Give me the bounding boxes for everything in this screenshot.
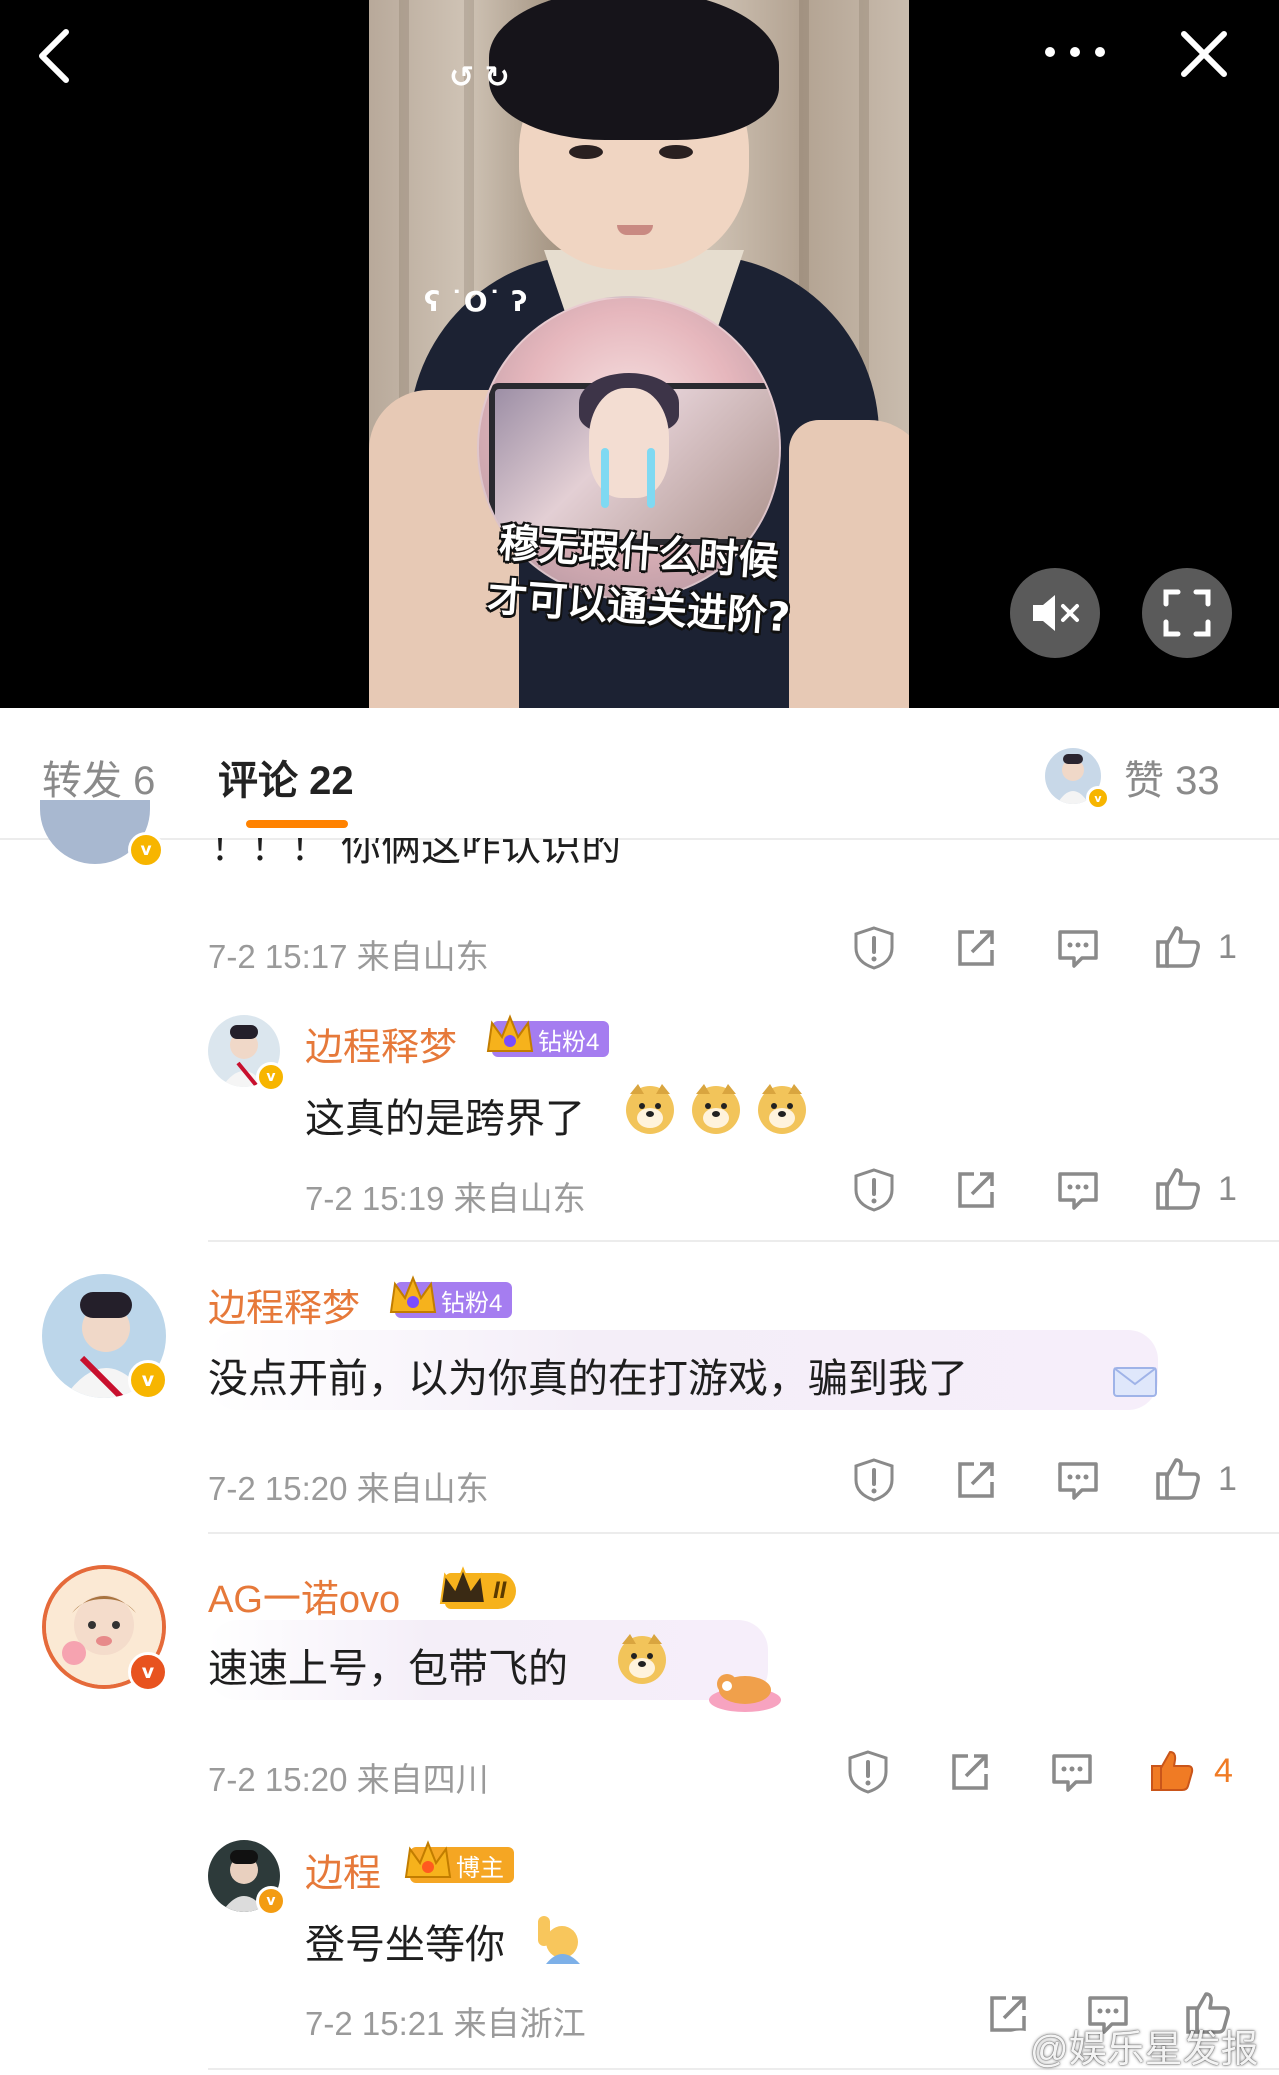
close-button[interactable] [1178, 28, 1230, 84]
doge-emoji-icon [626, 1084, 674, 1134]
share-icon [958, 930, 994, 966]
crown-icon [404, 1840, 452, 1878]
report-icon [854, 1458, 894, 1502]
comment-meta: 7-2 15:20 来自山东 [208, 1470, 489, 1507]
doodle-marks: ↺ ↻ [449, 60, 510, 95]
thumbs-up-icon [1156, 1458, 1200, 1500]
like-button[interactable] [1154, 1164, 1202, 1212]
reply-button[interactable] [1054, 1166, 1102, 1214]
commenter-name[interactable]: AG一诺ovo [208, 1568, 400, 1623]
reply-button[interactable] [1048, 1748, 1096, 1796]
doge-emoji-icon [618, 1634, 666, 1684]
share-icon [958, 1462, 994, 1498]
share-button[interactable] [952, 1456, 1000, 1504]
report-button[interactable] [850, 1166, 898, 1214]
crown-icon [439, 1566, 487, 1604]
report-button[interactable] [850, 1456, 898, 1504]
commenter-name[interactable]: 边程释梦 [208, 1277, 360, 1332]
like-count: 1 [1218, 1460, 1237, 1498]
comment-text: 登号坐等你 [305, 1923, 505, 1967]
doge-emoji-icon [692, 1084, 740, 1134]
share-icon [958, 1172, 994, 1208]
video-frame: ʕ ˙O˙ ʔ ↺ ↻ 穆无瑕什么时候 才可以通关进阶? [369, 0, 909, 708]
comment-icon [1058, 1172, 1098, 1210]
badge-label: 钻粉4 [538, 1028, 600, 1056]
report-icon [854, 1168, 894, 1212]
thumbs-up-icon [1156, 926, 1200, 968]
tab-likes[interactable]: 赞 33 [1124, 748, 1220, 806]
envelope-decoration-icon [1113, 1367, 1157, 1397]
comment-meta: 7-2 15:21 来自浙江 [305, 2005, 586, 2042]
crown-icon [389, 1275, 437, 1313]
verified-badge-icon: v [256, 1062, 286, 1092]
fan-badge: 钻粉4 [486, 1014, 610, 1057]
level-badge: II [439, 1566, 517, 1609]
comment-icon [1058, 930, 1098, 968]
video-player[interactable]: ʕ ˙O˙ ʔ ↺ ↻ 穆无瑕什么时候 才可以通关进阶? [0, 0, 1279, 708]
raising-hand-emoji-icon [538, 1916, 580, 1964]
report-button[interactable] [844, 1748, 892, 1796]
report-button[interactable] [850, 924, 898, 972]
comment-meta: 7-2 15:17 来自山东 [208, 938, 489, 975]
like-count: 1 [1218, 928, 1237, 966]
comment-text: 这真的是跨界了 [305, 1097, 585, 1141]
like-button[interactable] [1154, 1454, 1202, 1502]
verified-badge-icon: v [128, 1652, 168, 1692]
corgi-sticker-icon [709, 1674, 781, 1712]
badge-label: 钻粉4 [441, 1289, 503, 1317]
close-icon [1181, 31, 1227, 77]
comment-icon [1058, 1462, 1098, 1500]
mute-icon [1033, 595, 1079, 631]
reply-button[interactable] [1054, 924, 1102, 972]
share-button[interactable] [952, 1166, 1000, 1214]
verified-badge-icon: v [1086, 786, 1110, 810]
divider [208, 1240, 1279, 1242]
like-button[interactable] [1154, 922, 1202, 970]
comment-text: 速速上号，包带飞的 [208, 1647, 568, 1691]
commenter-name[interactable]: 边程释梦 [305, 1016, 457, 1071]
tab-repost[interactable]: 转发 6 [42, 748, 155, 806]
comment-text: 没点开前，以为你真的在打游戏，骗到我了 [208, 1357, 968, 1401]
crown-icon [486, 1014, 534, 1052]
badge-label: II [493, 1577, 507, 1604]
share-icon [952, 1754, 988, 1790]
more-button[interactable] [1040, 40, 1110, 68]
comment-meta: 7-2 15:19 来自山东 [305, 1180, 586, 1217]
watermark: @娱乐星发报 [1030, 2029, 1259, 2071]
report-icon [854, 926, 894, 970]
comment-text: ！！！ 你俩这咋认识的 [210, 838, 622, 869]
back-button[interactable] [30, 24, 80, 92]
thumbs-up-filled-icon [1151, 1751, 1194, 1791]
comment-icon [1052, 1754, 1092, 1792]
active-tab-indicator [246, 820, 348, 828]
share-button[interactable] [952, 924, 1000, 972]
doge-emoji-icon [758, 1084, 806, 1134]
fullscreen-icon [1163, 589, 1211, 637]
fan-badge: 钻粉4 [389, 1275, 513, 1318]
like-count: 1 [1218, 1170, 1237, 1208]
divider [208, 1532, 1279, 1534]
verified-badge-icon: v [128, 1360, 168, 1400]
fullscreen-button[interactable] [1142, 568, 1232, 658]
mute-button[interactable] [1010, 568, 1100, 658]
like-button-active[interactable] [1148, 1746, 1196, 1794]
comment-meta: 7-2 15:20 来自四川 [208, 1761, 489, 1798]
commenter-name[interactable]: 边程 [305, 1842, 381, 1897]
tab-comments[interactable]: 评论 22 [218, 748, 354, 806]
host-badge: 博主 [404, 1840, 514, 1883]
thumbs-up-icon [1156, 1168, 1200, 1210]
doodle-face: ʕ ˙O˙ ʔ [424, 285, 528, 318]
more-dots-icon [1045, 47, 1105, 57]
badge-label: 博主 [456, 1854, 504, 1882]
share-button[interactable] [946, 1748, 994, 1796]
reply-button[interactable] [1054, 1456, 1102, 1504]
report-icon [848, 1750, 888, 1794]
verified-badge-icon: v [256, 1886, 286, 1916]
chevron-left-icon [39, 29, 69, 83]
like-count: 4 [1214, 1752, 1233, 1790]
